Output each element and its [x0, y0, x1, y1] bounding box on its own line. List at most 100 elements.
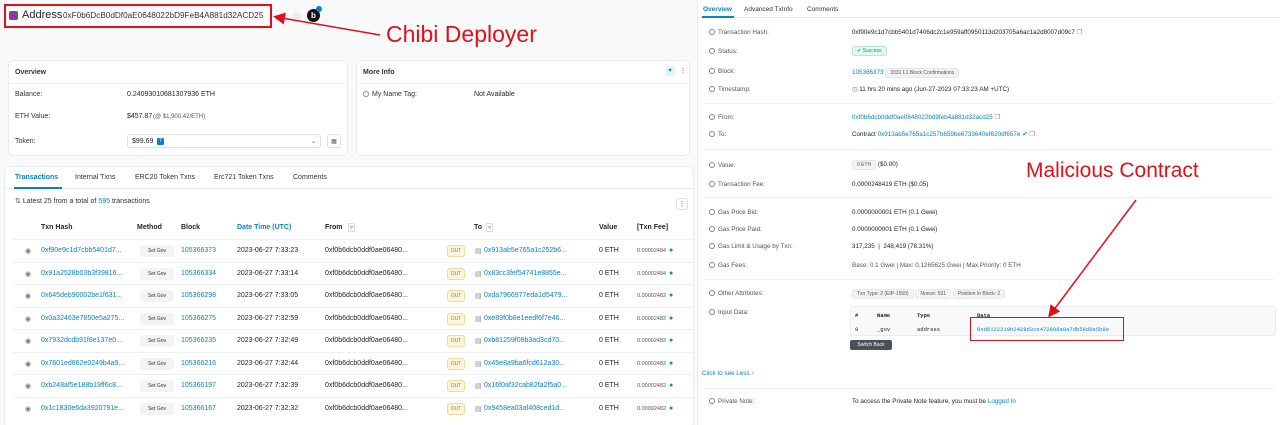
summary-count[interactable]: 595	[98, 198, 110, 205]
txn-value: 0 ETH	[599, 314, 619, 322]
txn-hash[interactable]: 0x1c1830e6da3920791e...	[41, 405, 124, 412]
value-label: Value:	[709, 162, 735, 169]
tab-comments[interactable]: Comments	[293, 174, 327, 181]
txn-from[interactable]: 0xf0b6dcb0ddf0ae06480...	[325, 315, 408, 322]
to-label: To:	[709, 131, 726, 138]
summary-suffix: transactions	[111, 198, 150, 205]
input-row-index: 0	[855, 326, 859, 333]
eye-icon[interactable]: ◉	[25, 270, 33, 278]
private-note-value: To access the Private Note feature, you …	[852, 398, 1016, 405]
sort-icon: ⇅	[15, 198, 21, 205]
more-info-title: More Info	[363, 69, 395, 76]
block-link[interactable]: 105366235	[181, 337, 216, 344]
txn-hash[interactable]: 0xf90e9c1d7cbb5401d7...	[41, 247, 122, 254]
table-row: ◉ 0xf90e9c1d7cbb5401d7... Set Gov 105366373…	[13, 239, 693, 261]
see-less-link[interactable]: Click to see Less ↑	[702, 370, 755, 377]
block-link[interactable]: 105366197	[181, 382, 216, 389]
col-from: From	[325, 224, 343, 231]
address-hash[interactable]: 0xF0b6DcB0dDf0aE0648022bD9FeB4A881d32ACD…	[63, 11, 263, 20]
eth-value-rate: (@ $1,900.42/ETH)	[153, 114, 206, 120]
status-label: Status:	[709, 48, 738, 55]
copy-icon[interactable]	[279, 12, 288, 21]
txn-to[interactable]: 0x83cc3fef54741e8855e...	[484, 270, 567, 277]
to-value: Contract 0x913ab5e765a1c257b659be6733640…	[852, 131, 1035, 138]
txn-from[interactable]: 0xf0b6dcb0ddf0ae06480...	[325, 360, 408, 367]
block-link[interactable]: 105366373	[181, 247, 216, 254]
txn-hash[interactable]: 0x7932dcdb91f8e137e0...	[41, 337, 122, 344]
txn-to[interactable]: 0xda7966977eda1d5479...	[484, 292, 567, 299]
eye-icon[interactable]: ◉	[25, 360, 33, 368]
more-icon[interactable]: ⋮	[678, 66, 688, 76]
block-link[interactable]: 105366167	[181, 405, 216, 412]
table-row: ◉ 0x1c1830e6da3920791e... Set Gov 105366167…	[13, 396, 693, 419]
more-options-icon[interactable]: ⋮	[676, 198, 688, 210]
txn-from[interactable]: 0xf0b6dcb0ddf0ae06480...	[325, 337, 408, 344]
direction-badge: OUT	[447, 312, 465, 325]
txn-fee: 0.00002482	[637, 293, 667, 299]
tab-erc20[interactable]: ERC20 Token Txns	[135, 174, 195, 181]
eye-icon[interactable]: ◉	[25, 315, 33, 323]
gas-fees-label: Gas Fees:	[709, 262, 747, 269]
txn-from[interactable]: 0xf0b6dcb0ddf0ae06480...	[325, 247, 408, 254]
copy-icon: ❐	[994, 114, 1001, 121]
eye-icon[interactable]: ◉	[25, 405, 33, 413]
eye-icon[interactable]: ◉	[25, 292, 33, 300]
token-select[interactable]: $99.69 7 ⌄	[127, 134, 321, 148]
txn-value: 0 ETH	[599, 292, 619, 299]
txn-hash[interactable]: 0x645deb90002be1f631...	[41, 292, 122, 299]
block-link[interactable]: 105366373	[852, 69, 884, 76]
block-label: Block:	[709, 68, 735, 75]
wallet-icon[interactable]: ▦	[327, 134, 341, 148]
block-link[interactable]: 105366334	[181, 270, 216, 277]
txn-hash[interactable]: 0x91a2528b03b3f39816...	[41, 270, 122, 277]
eye-icon[interactable]: ◉	[25, 337, 33, 345]
txn-value: 0 ETH	[599, 337, 619, 344]
eye-icon[interactable]: ◉	[25, 382, 33, 390]
block-link[interactable]: 105366275	[181, 315, 216, 322]
txn-hash[interactable]: 0x0a32463e7850e5a275...	[41, 315, 124, 322]
filter-icon[interactable]: ▿	[486, 223, 494, 232]
address-avatar	[9, 11, 18, 20]
txn-from[interactable]: 0xf0b6dcb0ddf0ae06480...	[325, 270, 408, 277]
tab-overview[interactable]: Overview	[703, 6, 732, 13]
txn-to[interactable]: 0x16f0af32cab82fa2f5a0...	[484, 382, 567, 389]
gas-icon: ●	[669, 337, 674, 344]
txn-fee: 0.00002482	[637, 338, 667, 344]
contract-icon: ▤	[475, 293, 482, 300]
tab-transactions[interactable]: Transactions	[15, 174, 58, 181]
txn-hash[interactable]: 0x7601ed862e0249b4a9...	[41, 360, 124, 367]
tab-comments[interactable]: Comments	[807, 6, 838, 13]
txn-datetime: 2023-06-27 7:33:05	[237, 292, 299, 299]
gas-fees-value: Base: 0.1 Gwei | Max: 0.1265625 Gwei | M…	[852, 262, 1021, 269]
txn-datetime: 2023-06-27 7:33:14	[237, 269, 299, 277]
heart-icon[interactable]: ♥	[665, 66, 675, 76]
txn-datetime: 2023-06-27 7:32:32	[237, 404, 299, 412]
tab-advanced[interactable]: Advanced TxInfo	[744, 6, 793, 13]
token-count-badge: 7	[157, 138, 164, 145]
copy-icon: ❐	[1029, 131, 1035, 138]
copy-icon: ❐	[1076, 29, 1083, 36]
txn-from[interactable]: 0xf0b6dcb0ddf0ae06480...	[325, 382, 408, 389]
input-row-name: _gov	[877, 326, 891, 333]
divider	[9, 83, 347, 84]
switch-back-button[interactable]: Switch Back	[850, 340, 892, 350]
tab-erc721[interactable]: Erc721 Token Txns	[214, 174, 274, 181]
col-datetime[interactable]: Date Time (UTC)	[237, 224, 291, 231]
qr-icon[interactable]	[292, 12, 301, 21]
filter-icon[interactable]: ▿	[348, 223, 356, 232]
txn-hash[interactable]: 0xb248af5e188b19ff6c8...	[41, 382, 122, 389]
txn-from[interactable]: 0xf0b6dcb0ddf0ae06480...	[325, 405, 408, 412]
txn-to[interactable]: 0xe89f0b8e1eedf6f7e46...	[484, 315, 565, 322]
txn-to[interactable]: 0x9458ea03af408ced1d...	[484, 405, 565, 412]
direction-badge: OUT	[447, 380, 465, 392]
block-link[interactable]: 105366216	[181, 360, 216, 367]
txn-fee: 0.00002484	[637, 248, 667, 254]
txn-to[interactable]: 0xb81259f08b3ad3cd70...	[484, 337, 565, 344]
block-link[interactable]: 105366298	[181, 292, 216, 299]
txn-to[interactable]: 0x913ab5e765a1c252b6...	[484, 247, 567, 254]
eye-icon[interactable]: ◉	[25, 247, 33, 255]
txn-to[interactable]: 0x45e8a9ba6fcd612a30...	[484, 360, 565, 367]
col-txn-hash: Txn Hash	[41, 224, 73, 231]
txn-from[interactable]: 0xf0b6dcb0ddf0ae06480...	[325, 292, 408, 299]
tab-internal-txns[interactable]: Internal Txns	[75, 174, 115, 181]
